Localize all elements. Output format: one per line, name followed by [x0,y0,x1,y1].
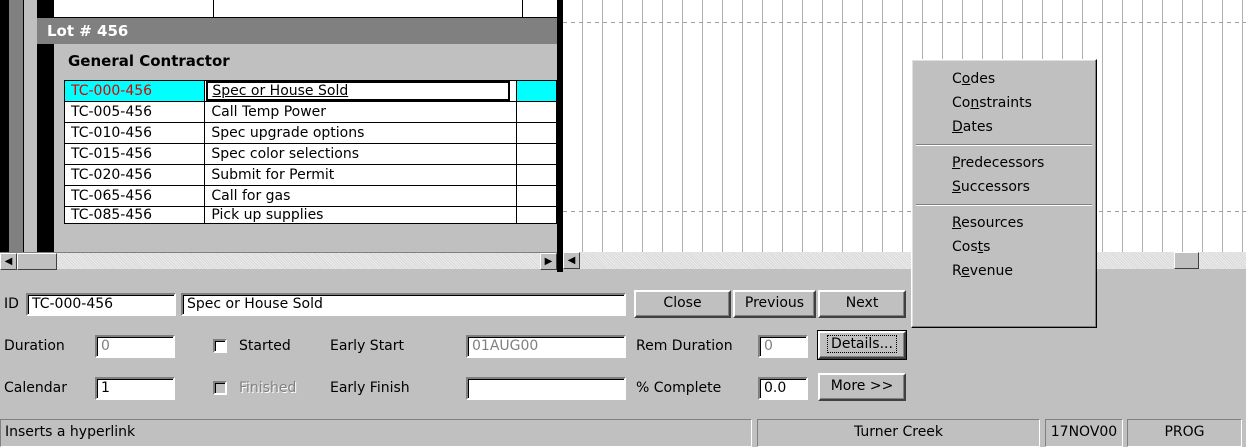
activity-id-cell[interactable]: TC-085-456 [63,206,206,224]
details-button[interactable]: Details... [817,330,907,360]
menu-item-codes[interactable]: Codes [912,67,1096,91]
early-start-field[interactable]: 01AUG00 [466,335,626,358]
activity-name-editor[interactable]: Spec or House Sold [206,81,511,101]
left-horizontal-scrollbar[interactable]: ◀ ▶ [0,252,557,270]
activity-row[interactable]: TC-065-456 Call for gas [63,185,557,207]
activity-id-cell[interactable]: TC-015-456 [63,143,206,165]
previous-button[interactable]: Previous [733,290,816,318]
gantt-chart-area[interactable] [563,0,1246,252]
duration-field[interactable]: 0 [95,335,175,358]
scroll-left-button[interactable]: ◀ [0,253,17,270]
started-label: Started [239,338,291,354]
gantt-gridline [563,22,1246,23]
group-header-lot[interactable]: Lot # 456 [37,18,557,44]
activity-extra-cell[interactable] [516,143,557,165]
early-finish-field[interactable] [466,377,626,400]
menu-item-costs[interactable]: Costs [912,235,1096,259]
activity-row[interactable]: TC-010-456 Spec upgrade options [63,122,557,144]
menu-item-revenue[interactable]: Revenue [912,259,1096,283]
duration-label: Duration [4,338,65,354]
gantt-scroll-left-button[interactable]: ◀ [563,252,580,269]
menu-item-dates[interactable]: Dates [912,115,1096,139]
activity-extra-cell[interactable] [516,122,557,144]
scroll-thumb[interactable] [17,253,57,270]
activity-extra-cell[interactable] [516,206,557,224]
activity-name-cell[interactable]: Pick up supplies [204,206,518,224]
early-start-label: Early Start [330,338,405,354]
activity-name-cell[interactable]: Spec upgrade options [204,122,518,144]
gantt-gridline [563,211,1246,212]
id-label: ID [4,296,19,312]
finished-checkbox[interactable] [213,381,227,395]
early-finish-label: Early Finish [330,380,410,396]
activity-extra-cell[interactable] [516,185,557,207]
activity-id-field[interactable]: TC-000-456 [26,293,176,316]
scroll-right-button[interactable]: ▶ [540,253,557,270]
more-button[interactable]: More >> [818,373,906,401]
activity-row[interactable]: TC-085-456 Pick up supplies [63,206,557,224]
activity-row[interactable]: TC-015-456 Spec color selections [63,143,557,165]
activity-id-cell[interactable]: TC-065-456 [63,185,206,207]
menu-item-constraints[interactable]: Constraints [912,91,1096,115]
activity-extra-cell[interactable] [516,80,557,102]
group-general-contractor: General Contractor TC-000-456 Spec or Hou… [54,44,557,252]
activity-id-cell[interactable]: TC-010-456 [63,122,206,144]
activity-name-cell[interactable]: Submit for Permit [204,164,518,186]
menu-separator [916,144,1092,146]
activity-row[interactable]: TC-005-456 Call Temp Power [63,101,557,123]
status-message: Inserts a hyperlink [0,419,752,447]
started-checkbox[interactable] [213,339,227,353]
activity-extra-cell[interactable] [516,101,557,123]
activity-name-field[interactable]: Spec or House Sold [181,293,626,316]
gantt-horizontal-scrollbar[interactable]: ◀ [563,252,1246,269]
activity-name-cell[interactable]: Spec color selections [204,143,518,165]
activity-name-cell[interactable]: Spec or House Sold [204,80,518,102]
menu-item-resources[interactable]: Resources [912,211,1096,235]
finished-label: Finished [239,380,297,396]
menu-separator [916,204,1092,206]
partial-previous-row[interactable] [54,0,557,18]
status-project: Turner Creek [757,419,1040,447]
details-context-menu: Codes Constraints Dates Predecessors Success… [911,59,1097,328]
calendar-label: Calendar [4,380,67,396]
rem-duration-label: Rem Duration [636,338,733,354]
status-bar: Inserts a hyperlink Turner Creek 17NOV00… [0,419,1246,447]
group-title: General Contractor [68,52,230,70]
menu-item-successors[interactable]: Successors [912,175,1096,199]
activity-id-cell[interactable]: TC-020-456 [63,164,206,186]
status-mode: PROG [1127,419,1242,447]
calendar-field[interactable]: 1 [95,377,175,400]
activity-table: TC-000-456 Spec or House Sold TC-005-456 Ca… [63,80,557,224]
activity-table-pane: Lot # 456 General Contractor TC-000-456 S… [0,0,557,252]
activity-id-cell[interactable]: TC-000-456 [63,80,206,102]
close-button[interactable]: Close [634,290,731,318]
gantt-scroll-thumb[interactable] [1174,252,1199,269]
status-date: 17NOV00 [1045,419,1123,447]
activity-id-cell[interactable]: TC-005-456 [63,101,206,123]
pct-complete-label: % Complete [636,380,722,396]
row-header-column [9,0,23,252]
rem-duration-field[interactable]: 0 [758,335,808,358]
pct-complete-field[interactable]: 0.0 [758,377,808,400]
activity-name-cell[interactable]: Call Temp Power [204,101,518,123]
activity-row[interactable]: TC-000-456 Spec or House Sold [63,80,557,102]
activity-name-cell[interactable]: Call for gas [204,185,518,207]
next-button[interactable]: Next [818,290,906,318]
activity-row[interactable]: TC-020-456 Submit for Permit [63,164,557,186]
group-indent-column [23,0,37,252]
menu-item-predecessors[interactable]: Predecessors [912,151,1096,175]
activity-extra-cell[interactable] [516,164,557,186]
